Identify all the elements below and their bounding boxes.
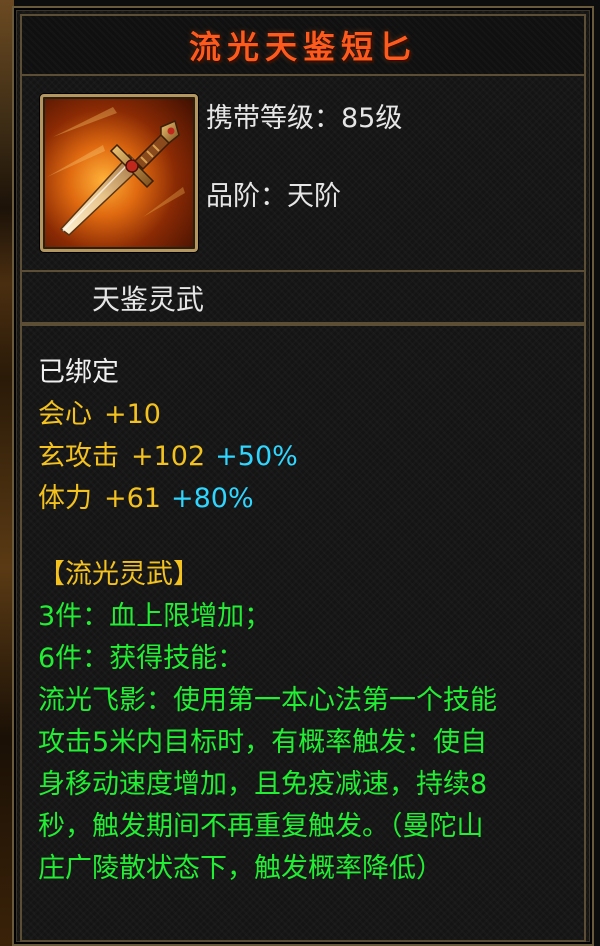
stat-bonus: +50%	[215, 441, 298, 472]
carry-level-label: 携带等级：	[206, 103, 341, 134]
stat-bonus: +80%	[170, 483, 254, 514]
item-tooltip-panel: 流光天鉴短匕 携带等级：85级 品阶：天阶 天鉴灵武 已绑定 会心 +10 玄攻…	[12, 6, 594, 946]
item-name: 流光天鉴短匕	[188, 28, 417, 66]
stat-value: +10	[104, 399, 161, 430]
stat-value: +61	[104, 483, 161, 514]
dagger-icon	[40, 94, 198, 252]
grade-row: 品阶：天阶	[206, 174, 341, 213]
set-line: 秒，触发期间不再重复触发。（曼陀山	[38, 811, 484, 842]
grade-value: 天阶	[287, 181, 341, 212]
item-category-section: 天鉴灵武	[20, 272, 586, 324]
set-line: 身移动速度增加，且免疫减速，持续8	[38, 769, 488, 800]
stat-row: 玄攻击 +102 +50%	[38, 434, 298, 473]
bound-status: 已绑定	[38, 357, 119, 388]
stat-row: 会心 +10	[38, 392, 161, 431]
item-header: 携带等级：85级 品阶：天阶	[20, 76, 586, 272]
stat-name: 体力	[38, 483, 92, 514]
stat-row: 体力 +61 +80%	[38, 476, 254, 515]
set-line: 3件：血上限增加；	[38, 601, 272, 632]
item-attributes: 已绑定 会心 +10 玄攻击 +102 +50% 体力 +61 +80% 【流光灵武】 3…	[20, 324, 586, 942]
item-title-bar: 流光天鉴短匕	[20, 14, 586, 76]
set-name: 【流光灵武】	[38, 559, 200, 590]
set-line: 庄广陵散状态下，触发概率降低）	[38, 853, 443, 884]
grade-label: 品阶：	[206, 181, 287, 212]
stat-name: 会心	[38, 399, 92, 430]
stat-value: +102	[131, 441, 206, 472]
set-line: 流光飞影：使用第一本心法第一个技能	[38, 685, 497, 716]
set-line: 6件：获得技能：	[38, 643, 245, 674]
set-line: 攻击5米内目标时，有概率触发：使自	[38, 727, 488, 758]
carry-level-value: 85级	[341, 103, 403, 134]
stat-name: 玄攻击	[38, 441, 119, 472]
carry-level-row: 携带等级：85级	[206, 96, 402, 135]
item-category: 天鉴灵武	[92, 283, 205, 316]
